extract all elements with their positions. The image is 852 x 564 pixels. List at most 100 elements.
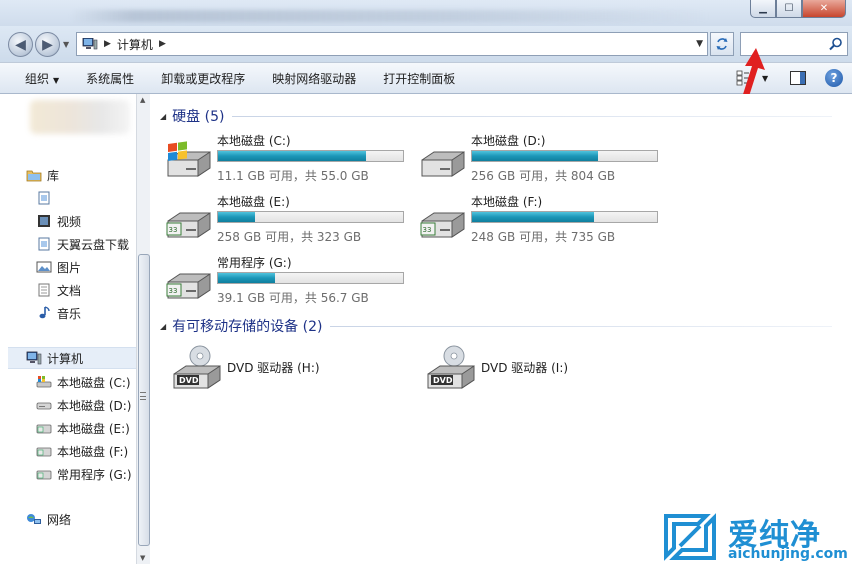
watermark-logo-icon — [664, 513, 716, 561]
dvd-drive-tile[interactable]: DVD DVD 驱动器 (I:) — [426, 344, 676, 392]
drive-usage-bar — [471, 150, 658, 162]
help-icon: ? — [830, 71, 838, 85]
nav-label: 视频 — [57, 214, 82, 229]
organize-label: 组织 — [25, 71, 50, 86]
dvd-badge-text: DVD — [433, 376, 453, 385]
hard-drive-icon — [36, 447, 52, 457]
address-row: ◀ ▶ ▼ ▶ 计算机 ▶ ▼ — [0, 26, 852, 62]
forward-button[interactable]: ▶ — [35, 32, 60, 57]
drive-tile[interactable]: 33 本地磁盘 (F:) 248 GB 可用，共 735 GB — [418, 193, 668, 245]
library-folder-icon — [26, 170, 42, 182]
scroll-up-icon[interactable]: ▲ — [140, 96, 145, 104]
picture-library-icon — [36, 261, 52, 273]
scrollbar-thumb[interactable] — [138, 254, 150, 546]
forward-arrow-icon: ▶ — [42, 36, 53, 53]
video-library-icon — [38, 215, 50, 227]
organize-menu[interactable]: 组织 ▼ — [25, 70, 59, 87]
nav-scrollbar[interactable]: ▲ ▼ — [136, 94, 150, 564]
group-title: 硬盘 (5) — [172, 109, 225, 125]
navigation-pane: 库 视频 天翼云盘下载 图片 文档 音乐 计算机 本地磁盘 (C:) 本地磁盘 … — [0, 94, 150, 564]
preview-pane-button[interactable] — [790, 71, 806, 85]
window-controls: ▁ ☐ ✕ — [750, 0, 846, 18]
group-hard-disks[interactable]: ◢ 硬盘 (5) — [160, 106, 832, 126]
nav-label: 库 — [47, 168, 60, 183]
document-library-icon — [38, 191, 50, 205]
uninstall-program-button[interactable]: 卸载或更改程序 — [161, 70, 245, 87]
maximize-icon: ☐ — [784, 3, 794, 14]
drive-tile[interactable]: 33 常用程序 (G:) 39.1 GB 可用，共 56.7 GB — [164, 254, 414, 306]
hard-drive-icon: 33 — [166, 212, 211, 238]
close-button[interactable]: ✕ — [802, 0, 846, 18]
watermark-url: aichunjing.com — [728, 546, 848, 562]
drive-space-info: 258 GB 可用，共 323 GB — [217, 230, 362, 244]
nav-label: 天翼云盘下载 — [57, 237, 130, 252]
breadcrumb-separator-icon[interactable]: ▶ — [159, 39, 166, 49]
dvd-badge-text: DVD — [179, 376, 199, 385]
maximize-button[interactable]: ☐ — [776, 0, 802, 18]
drive-usage-bar — [217, 211, 404, 223]
blurred-favorites — [30, 100, 130, 134]
drive-name: 本地磁盘 (C:) — [217, 134, 291, 148]
minimize-icon: ▁ — [759, 3, 767, 14]
drive-tile[interactable]: 本地磁盘 (D:) 256 GB 可用，共 804 GB — [418, 132, 668, 184]
scroll-down-icon[interactable]: ▼ — [140, 554, 145, 562]
dvd-drive-name: DVD 驱动器 (H:) — [227, 361, 320, 375]
drive-name: 常用程序 (G:) — [217, 256, 292, 270]
collapse-triangle-icon[interactable]: ◢ — [160, 112, 166, 121]
address-dropdown-icon[interactable]: ▼ — [696, 39, 703, 49]
nav-label: 常用程序 (G:) — [57, 467, 132, 482]
drive-usage-bar — [217, 150, 404, 162]
drive-space-info: 11.1 GB 可用，共 55.0 GB — [217, 169, 369, 183]
group-removable-storage[interactable]: ◢ 有可移动存储的设备 (2) — [160, 316, 832, 336]
help-button[interactable]: ? — [825, 69, 843, 87]
collapse-triangle-icon[interactable]: ◢ — [160, 322, 166, 331]
scroll-grip-icon — [140, 392, 146, 400]
group-divider — [232, 115, 832, 117]
computer-icon — [82, 38, 98, 50]
close-icon: ✕ — [819, 3, 829, 14]
drive-name: 本地磁盘 (F:) — [471, 195, 543, 209]
blurred-title — [70, 10, 710, 22]
dvd-drive-icon: DVD — [173, 345, 221, 389]
computer-icon — [26, 351, 42, 365]
svg-text:33: 33 — [169, 287, 178, 295]
map-network-drive-button[interactable]: 映射网络驱动器 — [272, 70, 356, 87]
nav-label: 本地磁盘 (D:) — [57, 398, 132, 413]
title-bar: ▁ ☐ ✕ — [0, 0, 852, 26]
watermark: 爱纯净 aichunjing.com — [660, 510, 850, 564]
svg-text:33: 33 — [423, 226, 432, 234]
nav-label: 图片 — [57, 260, 82, 275]
search-icon[interactable] — [829, 37, 843, 51]
minimize-button[interactable]: ▁ — [750, 0, 776, 18]
drive-usage-bar — [217, 272, 404, 284]
open-control-panel-button[interactable]: 打开控制面板 — [383, 70, 455, 87]
refresh-icon — [716, 38, 728, 50]
nav-label: 计算机 — [47, 351, 84, 366]
dvd-drive-name: DVD 驱动器 (I:) — [481, 361, 569, 375]
network-icon — [27, 514, 41, 524]
recent-pages-dropdown[interactable]: ▼ — [63, 40, 69, 49]
content-pane: ◢ 硬盘 (5) 本地磁盘 (C:) 11.1 GB 可用，共 55.0 GB 本地… — [152, 94, 852, 564]
hard-drive-icon: 33 — [166, 273, 211, 299]
address-bar[interactable]: ▶ 计算机 ▶ ▼ — [76, 32, 708, 56]
group-title: 有可移动存储的设备 (2) — [172, 319, 323, 335]
drive-tile[interactable]: 本地磁盘 (C:) 11.1 GB 可用，共 55.0 GB — [164, 132, 414, 184]
system-drive-icon — [36, 376, 52, 388]
breadcrumb-computer[interactable]: 计算机 — [117, 36, 153, 53]
back-arrow-icon: ◀ — [15, 36, 26, 53]
nav-label: 本地磁盘 (F:) — [57, 444, 129, 459]
drive-tile[interactable]: 33 本地磁盘 (E:) 258 GB 可用，共 323 GB — [164, 193, 414, 245]
drive-space-info: 39.1 GB 可用，共 56.7 GB — [217, 291, 369, 305]
nav-item-computer[interactable]: 计算机 — [8, 347, 136, 369]
drive-usage-bar — [471, 211, 658, 223]
music-note-icon — [39, 306, 50, 319]
dvd-drive-tile[interactable]: DVD DVD 驱动器 (H:) — [172, 344, 422, 392]
svg-text:33: 33 — [169, 226, 178, 234]
drive-usage-fill — [218, 151, 366, 161]
documents-icon — [38, 283, 50, 297]
back-button[interactable]: ◀ — [8, 32, 33, 57]
system-properties-button[interactable]: 系统属性 — [86, 70, 134, 87]
breadcrumb-separator-icon[interactable]: ▶ — [104, 39, 111, 49]
hard-drive-icon — [36, 424, 52, 434]
command-bar: 组织 ▼ 系统属性 卸载或更改程序 映射网络驱动器 打开控制面板 ▼ ? — [0, 62, 852, 94]
